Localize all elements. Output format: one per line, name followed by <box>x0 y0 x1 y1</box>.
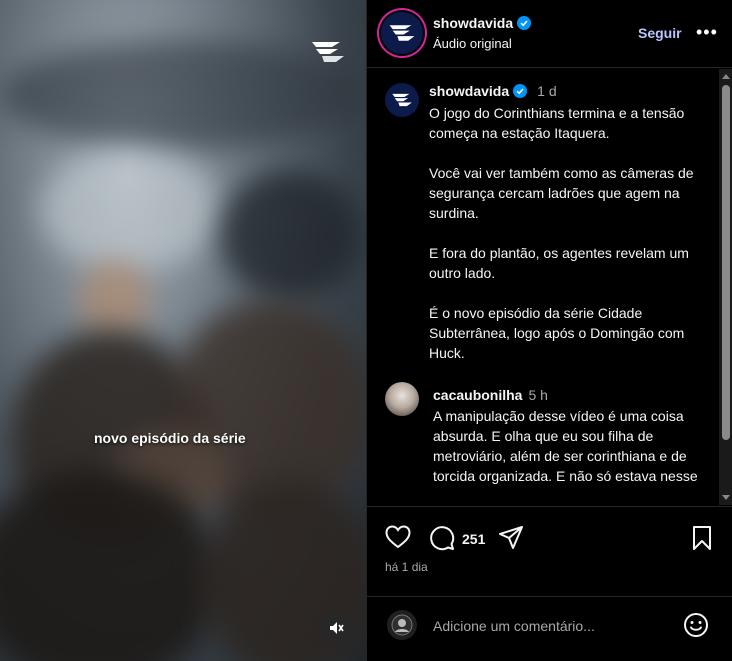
avatar <box>387 610 417 640</box>
scroll-up-arrow-icon[interactable] <box>722 74 730 79</box>
caption-paragraph: Você vai ver também como as câmeras de s… <box>429 165 694 221</box>
scroll-down-arrow-icon[interactable] <box>722 495 730 500</box>
showdavida-logo-icon <box>312 42 344 62</box>
username-link[interactable]: cacaubonilha <box>433 387 522 403</box>
speaker-muted-icon <box>330 622 344 634</box>
showdavida-logo-icon <box>389 25 415 41</box>
more-options-icon[interactable]: ••• <box>696 22 718 43</box>
comment-text: A manipulação desse vídeo é uma coisa ab… <box>433 408 698 484</box>
user-avatar-icon <box>391 614 413 636</box>
showdavida-logo-icon <box>392 93 412 107</box>
bookmark-icon[interactable] <box>691 525 713 551</box>
post-actions: 251 há 1 dia <box>367 506 732 596</box>
video-player[interactable]: novo episódio da série <box>0 0 366 661</box>
video-frame-region <box>40 150 220 270</box>
comments-section[interactable]: showdavida 1 d O jogo do Corinthians ter… <box>367 69 732 505</box>
avatar[interactable] <box>381 12 423 54</box>
caption-header: showdavida 1 d <box>429 83 557 99</box>
avatar[interactable] <box>385 382 419 416</box>
comment-count: 251 <box>462 531 486 547</box>
caption-paragraph: É o novo episódio da série Cidade Subter… <box>429 305 685 361</box>
caption-text: O jogo do Corinthians termina e a tensão… <box>429 103 709 383</box>
comment-bubble-icon[interactable] <box>429 525 455 551</box>
post-header: showdavida Áudio original Seguir ••• <box>367 0 732 68</box>
post-side-panel: showdavida Áudio original Seguir ••• sho… <box>366 0 732 661</box>
video-caption: novo episódio da série <box>94 430 246 446</box>
add-comment-row <box>367 596 732 661</box>
caption-paragraph: E fora do plantão, os agentes revelam um… <box>429 245 689 281</box>
emoji-icon[interactable] <box>683 612 709 638</box>
timestamp[interactable]: 5 h <box>528 387 547 403</box>
heart-icon[interactable] <box>385 525 411 549</box>
share-paper-plane-icon[interactable] <box>498 525 524 551</box>
timestamp[interactable]: 1 d <box>537 83 556 99</box>
caption-paragraph: O jogo do Corinthians termina e a tensão… <box>429 105 685 141</box>
video-frame-region <box>80 260 150 340</box>
scrollbar-thumb[interactable] <box>722 85 730 440</box>
verified-badge-icon <box>513 84 528 98</box>
verified-badge-icon <box>517 16 532 30</box>
post-date[interactable]: há 1 dia <box>385 560 428 574</box>
video-frame-region <box>220 170 360 300</box>
comment-header: cacaubonilha 5 h <box>433 387 548 403</box>
avatar[interactable] <box>385 83 419 117</box>
username-link[interactable]: showdavida <box>433 15 513 31</box>
mute-button[interactable] <box>321 613 351 643</box>
comments-scrollbar[interactable] <box>719 69 732 505</box>
follow-button[interactable]: Seguir <box>638 25 682 41</box>
header-username-row: showdavida <box>433 15 532 31</box>
comment-input[interactable] <box>433 615 673 637</box>
username-link[interactable]: showdavida <box>429 83 509 99</box>
original-audio-link[interactable]: Áudio original <box>433 36 512 51</box>
